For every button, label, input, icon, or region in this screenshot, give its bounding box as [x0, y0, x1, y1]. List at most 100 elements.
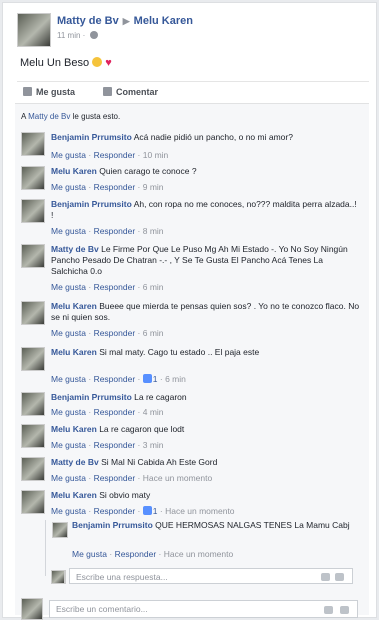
comment-like-link[interactable]: Me gusta — [51, 440, 86, 450]
sticker-icon[interactable] — [335, 573, 344, 581]
comment-like-link[interactable]: Me gusta — [51, 182, 86, 192]
comment-reply-link[interactable]: Responder — [94, 473, 136, 483]
comment-meta: Me gusta · Responder · 9 min — [51, 182, 164, 192]
avatar[interactable] — [21, 424, 45, 448]
comment-meta: Me gusta · Responder · 6 min — [51, 282, 164, 292]
avatar — [21, 598, 43, 620]
comment-time[interactable]: 6 min — [165, 374, 186, 384]
camera-icon[interactable] — [321, 573, 330, 581]
like-count[interactable]: 1 — [153, 374, 158, 384]
comment-author[interactable]: Benjamin Prrumsito — [51, 132, 132, 142]
avatar[interactable] — [21, 301, 45, 325]
reply-author[interactable]: Benjamin Prrumsito — [72, 520, 153, 530]
liker-link[interactable]: Matty de Bv — [28, 112, 70, 121]
post-recipient[interactable]: Melu Karen — [134, 15, 193, 27]
avatar[interactable] — [21, 490, 45, 514]
avatar[interactable] — [21, 132, 45, 156]
comment-time[interactable]: 8 min — [143, 226, 164, 236]
comment-author[interactable]: Melu Karen — [51, 424, 97, 434]
reply-reply-link[interactable]: Responder — [115, 549, 157, 559]
comment-text: Bueee que mierda te pensas quien sos? . … — [51, 301, 360, 322]
comment-reply-link[interactable]: Responder — [94, 282, 136, 292]
comment-text: Acá nadie pidió un pancho, o no mi amor? — [133, 132, 293, 142]
comment-time[interactable]: 10 min — [143, 150, 169, 160]
grin-emoji-icon — [92, 57, 103, 67]
comment-author[interactable]: Melu Karen — [51, 166, 97, 176]
comment-time[interactable]: 9 min — [143, 182, 164, 192]
comment-reply-link[interactable]: Responder — [94, 440, 136, 450]
comment-reply-link[interactable]: Responder — [94, 374, 136, 384]
comment-author[interactable]: Melu Karen — [51, 301, 97, 311]
avatar[interactable] — [21, 199, 45, 223]
comment-reply-link[interactable]: Responder — [94, 182, 136, 192]
comment-author[interactable]: Matty de Bv — [51, 244, 99, 254]
like-count[interactable]: 1 — [153, 506, 158, 516]
avatar[interactable] — [21, 347, 45, 371]
post-author[interactable]: Matty de Bv — [57, 15, 119, 27]
avatar[interactable] — [21, 166, 45, 190]
reply-text: QUE HERMOSAS NALGAS TENES La Mamu Cabj — [155, 520, 350, 530]
comment-text: Si Mal Ni Cabida Ah Este Gord — [101, 457, 218, 467]
comment-time[interactable]: 4 min — [143, 407, 164, 417]
comment-author[interactable]: Melu Karen — [51, 347, 97, 357]
arrow-right-icon: ▶ — [122, 16, 130, 26]
comment-meta: Me gusta · Responder · 3 min — [51, 440, 164, 450]
comment-author[interactable]: Matty de Bv — [51, 457, 99, 467]
post-time[interactable]: 11 min — [57, 31, 80, 40]
comment-meta: Me gusta · Responder · 1 · Hace un momen… — [51, 506, 235, 516]
comment-time[interactable]: Hace un momento — [143, 473, 212, 483]
post-card: Matty de Bv ▶ Melu Karen 11 min · Melu Un … — [2, 2, 377, 620]
reply-input[interactable]: Escribe una respuesta... — [69, 568, 353, 584]
camera-icon[interactable] — [324, 606, 333, 614]
comment-like-link[interactable]: Me gusta — [51, 226, 86, 236]
comment-like-link[interactable]: Me gusta — [51, 282, 86, 292]
likes-summary: A Matty de Bv le gusta esto. — [21, 112, 121, 121]
comment-input-row: Escribe un comentario... — [21, 598, 366, 620]
comment-time[interactable]: 3 min — [143, 440, 164, 450]
reply-like-link[interactable]: Me gusta — [72, 549, 107, 559]
comment-reply-link[interactable]: Responder — [94, 506, 136, 516]
comment-time[interactable]: 6 min — [143, 282, 164, 292]
comment-reply-link[interactable]: Responder — [94, 407, 136, 417]
comment-author[interactable]: Melu Karen — [51, 490, 97, 500]
heart-icon: ♥ — [105, 57, 112, 69]
comment-like-link[interactable]: Me gusta — [51, 328, 86, 338]
avatar[interactable] — [21, 457, 45, 481]
comment-time[interactable]: Hace un momento — [165, 506, 234, 516]
comment-meta: Me gusta · Responder · 1 · 6 min — [51, 374, 186, 384]
thumbs-up-icon — [23, 87, 32, 96]
comment-text: Si obvio maty — [99, 490, 151, 500]
comment-like-link[interactable]: Me gusta — [51, 150, 86, 160]
comment-time[interactable]: 6 min — [143, 328, 164, 338]
comment-text: Quien carago te conoce ? — [99, 166, 197, 176]
comment-like-link[interactable]: Me gusta — [51, 374, 86, 384]
avatar[interactable] — [21, 392, 45, 416]
comment-text: Si mal maty. Cago tu estado .. El paja e… — [99, 347, 260, 357]
reply-meta: Me gusta · Responder · Hace un momento — [72, 549, 234, 559]
comment-author[interactable]: Benjamin Prrumsito — [51, 392, 132, 402]
reply-time[interactable]: Hace un momento — [164, 549, 233, 559]
comment-text: La re cagaron — [134, 392, 187, 402]
avatar[interactable] — [17, 13, 51, 47]
comment-meta: Me gusta · Responder · 4 min — [51, 407, 164, 417]
comment-reply-link[interactable]: Responder — [94, 328, 136, 338]
sticker-icon[interactable] — [340, 606, 349, 614]
avatar — [51, 570, 65, 584]
comment-button[interactable]: Comentar — [103, 87, 158, 97]
comment-meta: Me gusta · Responder · 8 min — [51, 226, 164, 236]
avatar[interactable] — [21, 244, 45, 268]
comment-input[interactable]: Escribe un comentario... — [49, 600, 358, 618]
comment-icon — [103, 87, 112, 96]
comment-like-link[interactable]: Me gusta — [51, 506, 86, 516]
like-button[interactable]: Me gusta — [23, 87, 75, 97]
post-text: Melu Un Beso ♥ — [20, 57, 112, 69]
globe-icon[interactable] — [89, 31, 98, 39]
comment-author[interactable]: Benjamin Prrumsito — [51, 199, 132, 209]
comment-reply-link[interactable]: Responder — [94, 150, 136, 160]
avatar[interactable] — [52, 522, 68, 538]
comment-reply-link[interactable]: Responder — [94, 226, 136, 236]
reply-input-row: Escribe una respuesta... — [45, 568, 360, 586]
comment-like-link[interactable]: Me gusta — [51, 473, 86, 483]
comment-like-link[interactable]: Me gusta — [51, 407, 86, 417]
like-count-icon — [142, 506, 152, 515]
